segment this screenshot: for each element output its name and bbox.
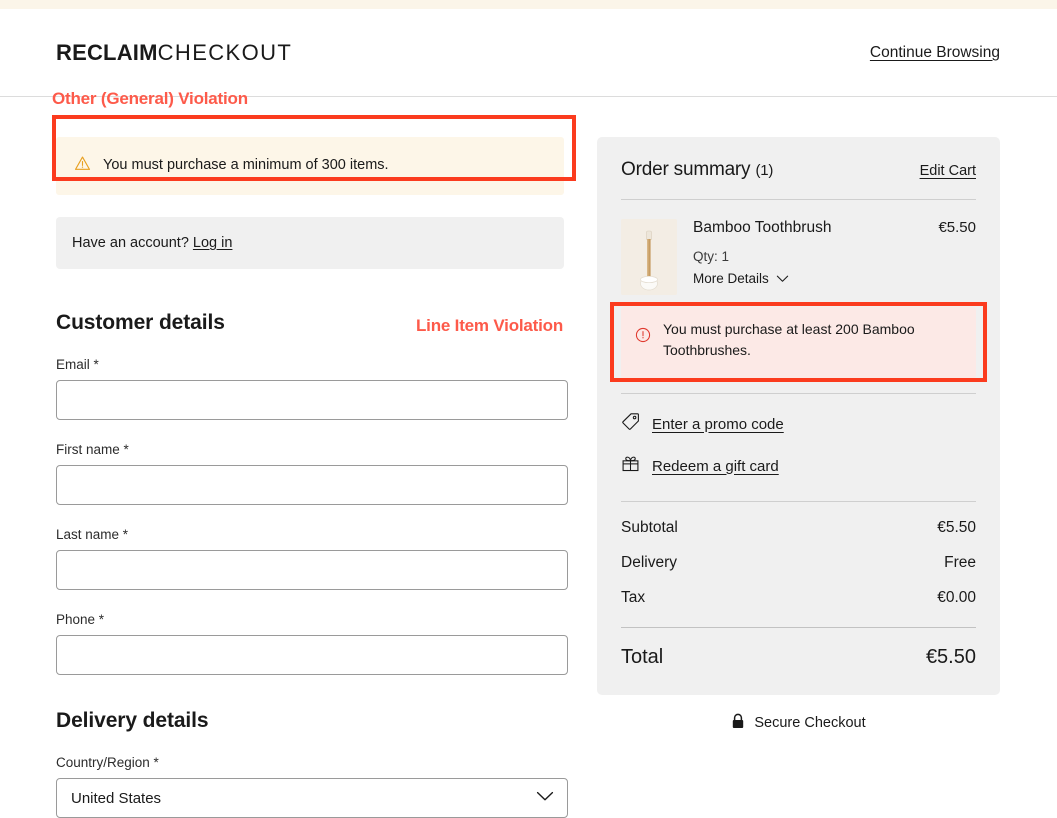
grand-total-divider (621, 627, 976, 628)
annotation-label-general-violation: Other (General) Violation (52, 89, 248, 108)
site-header: RECLAIMCHECKOUT Continue Browsing (0, 9, 1057, 97)
field-last-name: Last name * (56, 527, 568, 590)
brand-name: RECLAIM (56, 39, 158, 65)
totals-row-tax: Tax €0.00 (621, 589, 976, 607)
field-first-name: First name * (56, 442, 568, 505)
phone-label: Phone * (56, 612, 105, 627)
summary-divider (621, 199, 976, 200)
first-name-input[interactable] (56, 465, 568, 505)
totals-divider (621, 501, 976, 502)
checkout-page: You must purchase a minimum of 300 items… (0, 97, 1057, 818)
promo-divider (621, 393, 976, 394)
order-summary-title-text: Order summary (621, 159, 751, 180)
product-price: €5.50 (938, 219, 976, 236)
last-name-input[interactable] (56, 550, 568, 590)
grand-total-value: €5.50 (925, 646, 976, 668)
order-line-item: Bamboo Toothbrush €5.50 Qty: 1 More Deta… (621, 219, 976, 295)
continue-browsing-link[interactable]: Continue Browsing (870, 44, 1000, 62)
order-summary-column: Order summary (1) Edit Cart Bamboo Tooth… (597, 97, 1057, 733)
tag-icon (621, 412, 640, 436)
brand-logo[interactable]: RECLAIMCHECKOUT (56, 40, 292, 66)
subtotal-value: €5.50 (937, 519, 976, 536)
line-item-details: Bamboo Toothbrush €5.50 Qty: 1 More Deta… (693, 219, 976, 295)
grand-total-row: Total €5.50 (621, 646, 976, 669)
warning-triangle-icon (74, 155, 91, 177)
country-select-wrapper: United States (56, 778, 568, 818)
general-violation-message: You must purchase a minimum of 300 items… (103, 157, 389, 173)
line-item-top-row: Bamboo Toothbrush €5.50 (693, 219, 976, 237)
totals-row-subtotal: Subtotal €5.50 (621, 519, 976, 537)
country-select[interactable]: United States (56, 778, 568, 818)
delivery-value: Free (944, 554, 976, 571)
email-input[interactable] (56, 380, 568, 420)
last-name-label: Last name * (56, 527, 129, 542)
login-link[interactable]: Log in (193, 235, 233, 251)
lock-icon (731, 713, 745, 733)
grand-total-label: Total (621, 646, 664, 668)
general-violation-banner: You must purchase a minimum of 300 items… (56, 137, 564, 195)
line-item-violation-banner: You must purchase at least 200 Bamboo To… (621, 307, 976, 379)
top-accent-strip (0, 0, 1057, 9)
account-login-box: Have an account? Log in (56, 217, 564, 269)
tax-value: €0.00 (937, 589, 976, 606)
field-phone: Phone * (56, 612, 568, 675)
subtotal-label: Subtotal (621, 519, 678, 536)
promo-code-label: Enter a promo code (652, 415, 784, 433)
field-email: Email * (56, 357, 568, 420)
country-region-label: Country/Region * (56, 755, 159, 770)
edit-cart-link[interactable]: Edit Cart (920, 163, 976, 179)
first-name-label: First name * (56, 442, 129, 457)
more-details-label: More Details (693, 271, 769, 286)
promo-code-row[interactable]: Enter a promo code (621, 412, 976, 436)
product-name: Bamboo Toothbrush (693, 219, 832, 236)
totals-row-delivery: Delivery Free (621, 554, 976, 572)
more-details-toggle[interactable]: More Details (693, 271, 976, 286)
email-label: Email * (56, 357, 99, 372)
gift-icon (621, 454, 640, 478)
gift-card-row[interactable]: Redeem a gift card (621, 454, 976, 478)
chevron-down-icon (776, 271, 789, 286)
order-summary-header: Order summary (1) Edit Cart (621, 159, 976, 181)
line-item-violation-message: You must purchase at least 200 Bamboo To… (663, 321, 915, 358)
order-summary-title: Order summary (1) (621, 159, 773, 181)
product-quantity: Qty: 1 (693, 249, 730, 264)
annotation-label-line-item-violation: Line Item Violation (416, 316, 564, 335)
country-selected-value: United States (71, 789, 162, 807)
order-summary-count: (1) (755, 162, 774, 179)
phone-input[interactable] (56, 635, 568, 675)
secure-checkout-footer: Secure Checkout (597, 713, 1000, 733)
gift-card-label: Redeem a gift card (652, 457, 779, 475)
order-summary-card: Order summary (1) Edit Cart Bamboo Tooth… (597, 137, 1000, 695)
brand-subtitle: CHECKOUT (157, 39, 293, 65)
field-country-region: Country/Region * United States (56, 755, 568, 818)
account-prompt-label: Have an account? (72, 235, 189, 251)
product-thumbnail (621, 219, 677, 295)
error-circle-icon (635, 327, 651, 348)
secure-checkout-label: Secure Checkout (754, 715, 866, 731)
delivery-label: Delivery (621, 554, 677, 571)
tax-label: Tax (621, 589, 646, 606)
delivery-details-title: Delivery details (56, 709, 209, 732)
checkout-form-column: You must purchase a minimum of 300 items… (0, 97, 597, 818)
